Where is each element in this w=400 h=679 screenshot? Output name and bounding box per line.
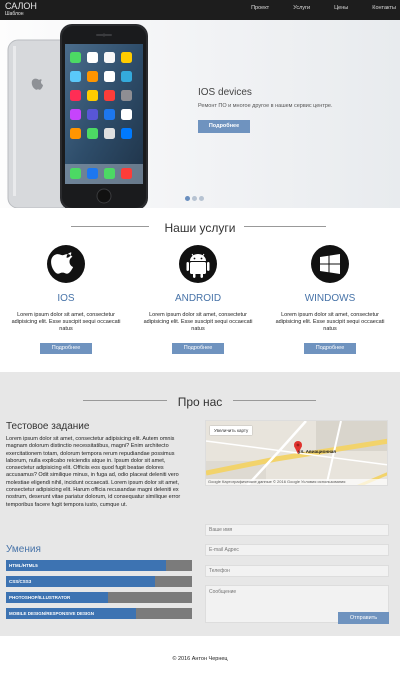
skill-bar: PHOTOSHOP/ILLUSTRATOR	[6, 592, 192, 603]
nav-item-services[interactable]: Услуги	[269, 0, 310, 20]
services-heading: Наши услуги	[0, 219, 400, 237]
skill-bar: CSS/CSS3	[6, 576, 192, 587]
nav-item-contacts[interactable]: Контакты	[348, 0, 400, 20]
divider	[71, 226, 149, 227]
service-more-button[interactable]: Подробнее	[304, 343, 356, 354]
phone-field[interactable]	[205, 565, 389, 577]
send-button[interactable]: Отправить	[338, 612, 389, 624]
skill-bar: HTML/HTML5	[6, 560, 192, 571]
services-heading-text: Наши услуги	[164, 221, 236, 235]
carousel-dot-1[interactable]	[185, 196, 190, 201]
service-ios: IOS Lorem ipsum dolor sit amet, consecte…	[6, 244, 126, 354]
hero-title: IOS devices	[198, 87, 252, 98]
service-text: Lorem ipsum dolor sit amet, consectetur …	[11, 312, 121, 332]
main-nav: Проект Услуги Цены Контакты	[227, 0, 400, 20]
email-field[interactable]	[205, 544, 389, 556]
top-navbar: САЛОН Шаблон Проект Услуги Цены Контакты	[0, 0, 400, 20]
service-text: Lorem ipsum dolor sit amet, consectetur …	[275, 312, 385, 332]
service-text: Lorem ipsum dolor sit amet, consectetur …	[143, 312, 253, 332]
brand-name: САЛОН	[5, 1, 37, 11]
carousel-dot-2[interactable]	[192, 196, 197, 201]
service-windows: WINDOWS Lorem ipsum dolor sit amet, cons…	[270, 244, 390, 354]
footer-copyright: © 2016 Антон Чернец	[172, 656, 228, 662]
service-title: IOS	[57, 293, 75, 304]
nav-item-prices[interactable]: Цены	[310, 0, 348, 20]
task-text: Lorem ipsum dolor sit amet, consectetur …	[6, 436, 181, 508]
task-title: Тестовое задание	[6, 421, 90, 432]
divider	[83, 400, 167, 401]
map-embed[interactable]: Увеличить карту ул. Авиационная Google К…	[205, 420, 388, 486]
carousel-indicators	[185, 196, 204, 201]
service-android: ANDROID Lorem ipsum dolor sit amet, cons…	[138, 244, 258, 354]
carousel-dot-3[interactable]	[199, 196, 204, 201]
map-street-label: ул. Авиационная	[298, 449, 336, 454]
name-field[interactable]	[205, 524, 389, 536]
hero-more-button[interactable]: Подробнее	[198, 120, 250, 133]
about-heading: Про нас	[0, 393, 400, 411]
windows-icon	[310, 244, 350, 284]
apple-icon	[46, 244, 86, 284]
skills-title: Умения	[6, 544, 41, 555]
hero-carousel: IOS devices Ремонт ПО и многое другое в …	[0, 20, 400, 208]
skill-label: PHOTOSHOP/ILLUSTRATOR	[9, 595, 71, 600]
iphone-image	[6, 22, 148, 208]
divider	[244, 226, 326, 227]
brand[interactable]: САЛОН Шаблон	[5, 2, 37, 17]
skill-label: MOBILE DESIGN/RESPONSIVE DESIGN	[9, 611, 95, 616]
skill-label: CSS/CSS3	[9, 579, 32, 584]
map-enlarge-button[interactable]: Увеличить карту	[210, 426, 253, 435]
skill-label: HTML/HTML5	[9, 563, 38, 568]
service-more-button[interactable]: Подробнее	[172, 343, 224, 354]
nav-item-project[interactable]: Проект	[227, 0, 269, 20]
hero-text: Ремонт ПО и многое другое в нашем сервис…	[198, 103, 333, 109]
skill-bar: MOBILE DESIGN/RESPONSIVE DESIGN	[6, 608, 192, 619]
map-attribution: Google Картографические данные © 2016 Go…	[206, 479, 387, 485]
about-section: Про нас Тестовое задание Lorem ipsum dol…	[0, 372, 400, 636]
about-heading-text: Про нас	[177, 395, 223, 409]
service-title: WINDOWS	[304, 293, 356, 304]
divider	[233, 400, 316, 401]
service-title: ANDROID	[174, 293, 222, 304]
android-icon	[178, 244, 218, 284]
brand-subtitle: Шаблон	[5, 11, 24, 17]
service-more-button[interactable]: Подробнее	[40, 343, 92, 354]
